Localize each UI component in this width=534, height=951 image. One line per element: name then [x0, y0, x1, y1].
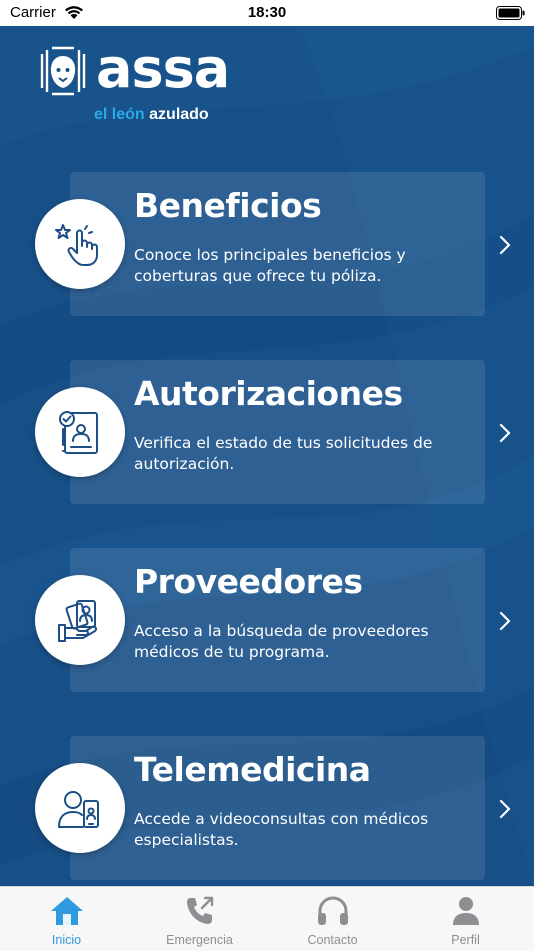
card-proveedores-description: Acceso a la búsqueda de proveedores médi… [134, 622, 429, 661]
card-beneficios-description: Conoce los principales beneficios y cobe… [134, 246, 406, 285]
card-autorizaciones-description: Verifica el estado de tus solicitudes de… [134, 434, 433, 473]
hand-tap-stars-icon [55, 224, 98, 266]
clock: 18:30 [247, 4, 287, 21]
tab-inicio-label: Inicio [51, 933, 82, 947]
tab-emergencia-label: Emergencia [166, 933, 233, 947]
authorization-document-icon [59, 411, 98, 454]
chevron-right-icon[interactable] [498, 610, 512, 632]
tab-emergencia[interactable]: Emergencia [133, 887, 266, 951]
tab-contacto[interactable]: Contacto [266, 887, 399, 951]
tab-inicio[interactable]: Inicio [0, 887, 133, 951]
tab-bar: Inicio Emergencia Contacto Perfil [0, 886, 534, 951]
home-screen: assa el león azulado Beneficios Conoce l… [0, 26, 534, 886]
tagline-rest: azulado [149, 106, 209, 123]
status-bar: Carrier 18:30 [0, 0, 534, 26]
chevron-right-icon[interactable] [498, 234, 512, 256]
card-telemedicina-description: Accede a videoconsultas con médicos espe… [134, 810, 429, 849]
phone-call-icon [186, 896, 213, 924]
tab-perfil[interactable]: Perfil [399, 887, 532, 951]
brand-name: assa [96, 37, 230, 100]
telemedicine-icon [58, 791, 99, 828]
card-beneficios-title: Beneficios [134, 186, 322, 225]
chevron-right-icon[interactable] [498, 798, 512, 820]
card-autorizaciones-title: Autorizaciones [134, 374, 403, 413]
card-beneficios-icon-circle [35, 199, 125, 289]
battery-icon [496, 6, 525, 20]
card-proveedores-title: Proveedores [134, 562, 363, 601]
lion-logo-icon [40, 46, 86, 96]
user-icon [452, 897, 479, 925]
tab-contacto-label: Contacto [307, 933, 358, 947]
card-autorizaciones-icon-circle [35, 387, 125, 477]
headphones-icon [317, 896, 348, 925]
home-icon [50, 897, 83, 925]
card-telemedicina-title: Telemedicina [134, 750, 371, 789]
tab-perfil-label: Perfil [451, 933, 480, 947]
brand-tagline: el león azulado [94, 106, 209, 124]
chevron-right-icon[interactable] [498, 422, 512, 444]
card-telemedicina-icon-circle [35, 763, 125, 853]
card-proveedores-icon-circle [35, 575, 125, 665]
provider-cards-icon [58, 600, 97, 642]
tagline-accent: el león [94, 106, 145, 123]
